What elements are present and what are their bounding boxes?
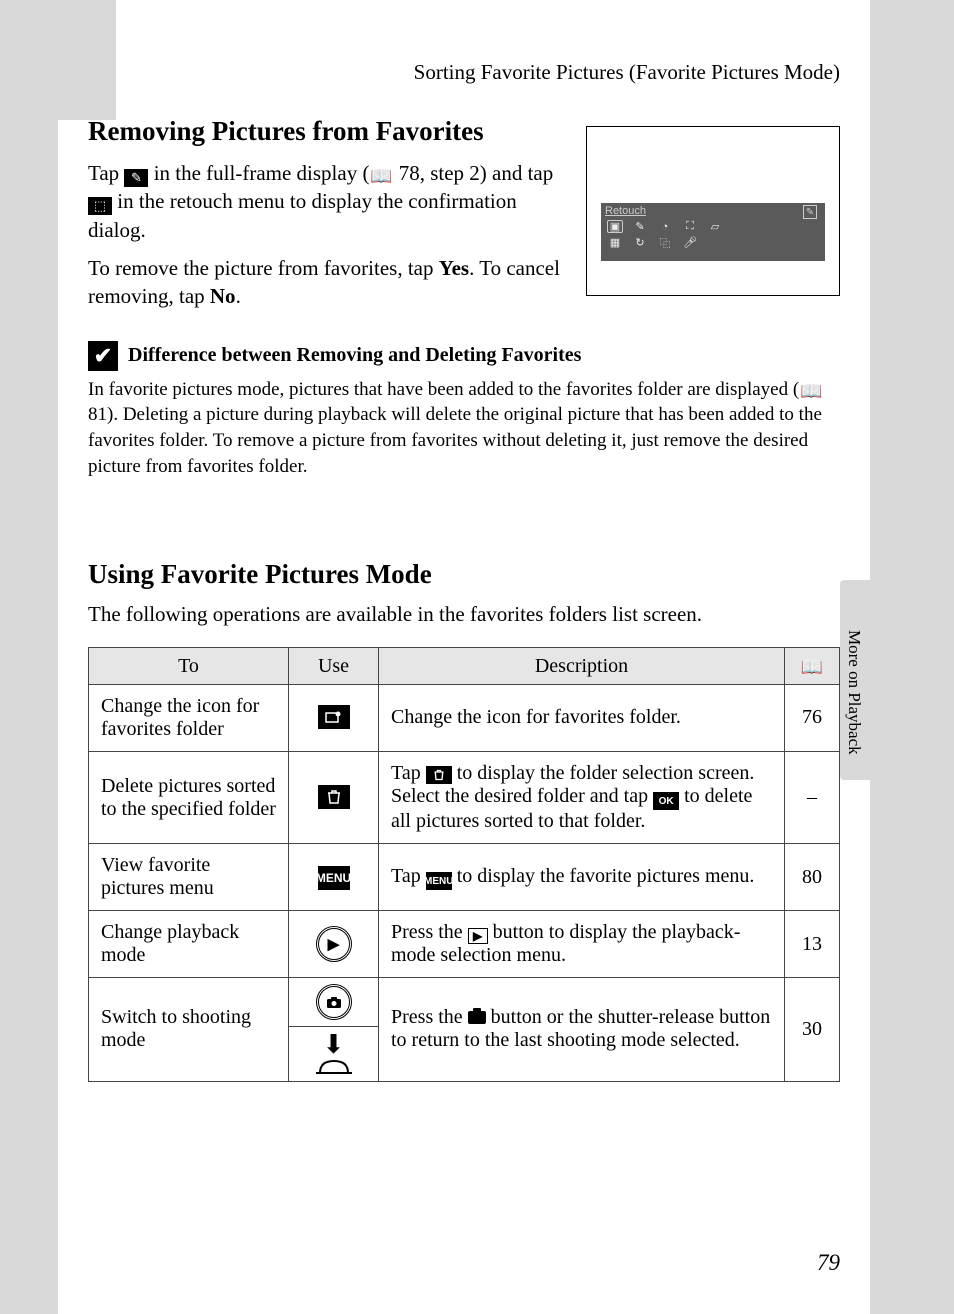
yes-label: Yes — [439, 256, 469, 280]
section2-intro: The following operations are available i… — [88, 602, 840, 627]
shutter-release-icon: ⬇ — [293, 1033, 374, 1074]
text: In favorite pictures mode, pictures that… — [88, 379, 799, 400]
copy-icon: ⿻ — [657, 236, 673, 249]
arrow-down-icon: ⬇ — [323, 1033, 345, 1056]
desc-cell: Tap MENU to display the favorite picture… — [379, 844, 785, 911]
text: in the full-frame display ( — [148, 161, 369, 185]
rotate-icon: ↻ — [632, 236, 648, 249]
menu-icon: MENU — [318, 866, 350, 890]
page-cell: 76 — [785, 684, 840, 751]
edit-icon: ✎ — [803, 205, 817, 219]
text: to display the favorite pictures menu. — [452, 865, 755, 887]
note-text: In favorite pictures mode, pictures that… — [88, 377, 840, 480]
use-cell: MENU — [289, 844, 379, 911]
book-icon: 📖 — [799, 381, 823, 401]
desc-cell: Press the button or the shutter-release … — [379, 978, 785, 1081]
camera-button-icon — [316, 984, 352, 1020]
text: Press the — [391, 921, 468, 943]
menu-icon: MENU — [426, 872, 452, 890]
check-icon: ✔ — [88, 341, 118, 371]
table-row: Switch to shooting mode Press the button… — [89, 978, 840, 1027]
text: Tap — [391, 865, 426, 887]
to-cell: Switch to shooting mode — [89, 978, 289, 1081]
use-cell: ⬇ — [289, 1027, 379, 1081]
ok-icon: OK — [653, 792, 679, 810]
retouch-panel: ✎ Retouch ▣ ✎ ◔ ⛶ ▱ ▦ ↻ ⿻ 🎤︎ — [601, 203, 825, 261]
camera-icon — [468, 1011, 486, 1024]
paint-icon: ▣ — [607, 220, 623, 233]
operations-table: To Use Description 📖 Change the icon for… — [88, 647, 840, 1081]
text: Tap — [88, 161, 124, 185]
to-cell: Change the icon for favorites folder — [89, 684, 289, 751]
table-row: Change playback mode ▶ Press the ▶ butto… — [89, 911, 840, 978]
edit-icon: ✎ — [124, 169, 148, 187]
small-pic-icon: ▦ — [607, 236, 623, 249]
retouch-figure: ✎ Retouch ▣ ✎ ◔ ⛶ ▱ ▦ ↻ ⿻ 🎤︎ — [586, 126, 840, 296]
side-section-label: More on Playback — [844, 630, 864, 755]
note-block: ✔ Difference between Removing and Deleti… — [88, 341, 840, 480]
to-cell: Change playback mode — [89, 911, 289, 978]
palette-icon — [318, 705, 350, 729]
to-cell: Delete pictures sorted to the specified … — [89, 751, 289, 844]
text: 78, step 2) and tap — [393, 161, 553, 185]
playback-button-icon: ▶ — [316, 926, 352, 962]
book-icon: 📖 — [800, 658, 824, 678]
use-cell — [289, 684, 379, 751]
stretch-icon: ⛶ — [682, 220, 698, 233]
text: in the retouch menu to display the confi… — [88, 189, 517, 241]
page-cell: 80 — [785, 844, 840, 911]
use-cell — [289, 978, 379, 1027]
note-title: Difference between Removing and Deleting… — [128, 344, 581, 367]
perspective-icon: ▱ — [707, 220, 723, 233]
retouch-title: Retouch — [601, 203, 825, 217]
heading-using: Using Favorite Pictures Mode — [88, 559, 840, 590]
table-row: Change the icon for favorites folder Cha… — [89, 684, 840, 751]
no-label: No — [210, 284, 236, 308]
page-cell: 13 — [785, 911, 840, 978]
page-cell: 30 — [785, 978, 840, 1081]
removing-para-1: Tap ✎ in the full-frame display (📖 78, s… — [88, 159, 578, 244]
use-cell — [289, 751, 379, 844]
playback-icon: ▶ — [468, 928, 488, 944]
th-to: To — [89, 648, 289, 685]
voice-icon: 🎤︎ — [682, 236, 698, 249]
dlighting-icon: ◔ — [657, 220, 673, 233]
text: . — [236, 284, 241, 308]
use-cell: ▶ — [289, 911, 379, 978]
th-use: Use — [289, 648, 379, 685]
page-cell: – — [785, 751, 840, 844]
desc-cell: Press the ▶ button to display the playba… — [379, 911, 785, 978]
text: 81). Deleting a picture during playback … — [88, 404, 822, 476]
table-row: View favorite pictures menu MENU Tap MEN… — [89, 844, 840, 911]
running-head: Sorting Favorite Pictures (Favorite Pict… — [414, 60, 840, 85]
brush-icon: ✎ — [632, 220, 648, 233]
th-desc: Description — [379, 648, 785, 685]
desc-cell: Change the icon for favorites folder. — [379, 684, 785, 751]
book-icon: 📖 — [369, 166, 393, 186]
table-row: Delete pictures sorted to the specified … — [89, 751, 840, 844]
trash-icon — [426, 766, 452, 784]
text: Press the — [391, 1006, 468, 1028]
removing-para-2: To remove the picture from favorites, ta… — [88, 254, 578, 311]
desc-cell: Tap to display the folder selection scre… — [379, 751, 785, 844]
trash-icon — [318, 785, 350, 809]
th-page: 📖 — [785, 648, 840, 685]
retouch-menu-icon: ⬚ — [88, 197, 112, 215]
page-number: 79 — [817, 1250, 840, 1276]
text: Tap — [391, 762, 426, 784]
to-cell: View favorite pictures menu — [89, 844, 289, 911]
text: To remove the picture from favorites, ta… — [88, 256, 439, 280]
